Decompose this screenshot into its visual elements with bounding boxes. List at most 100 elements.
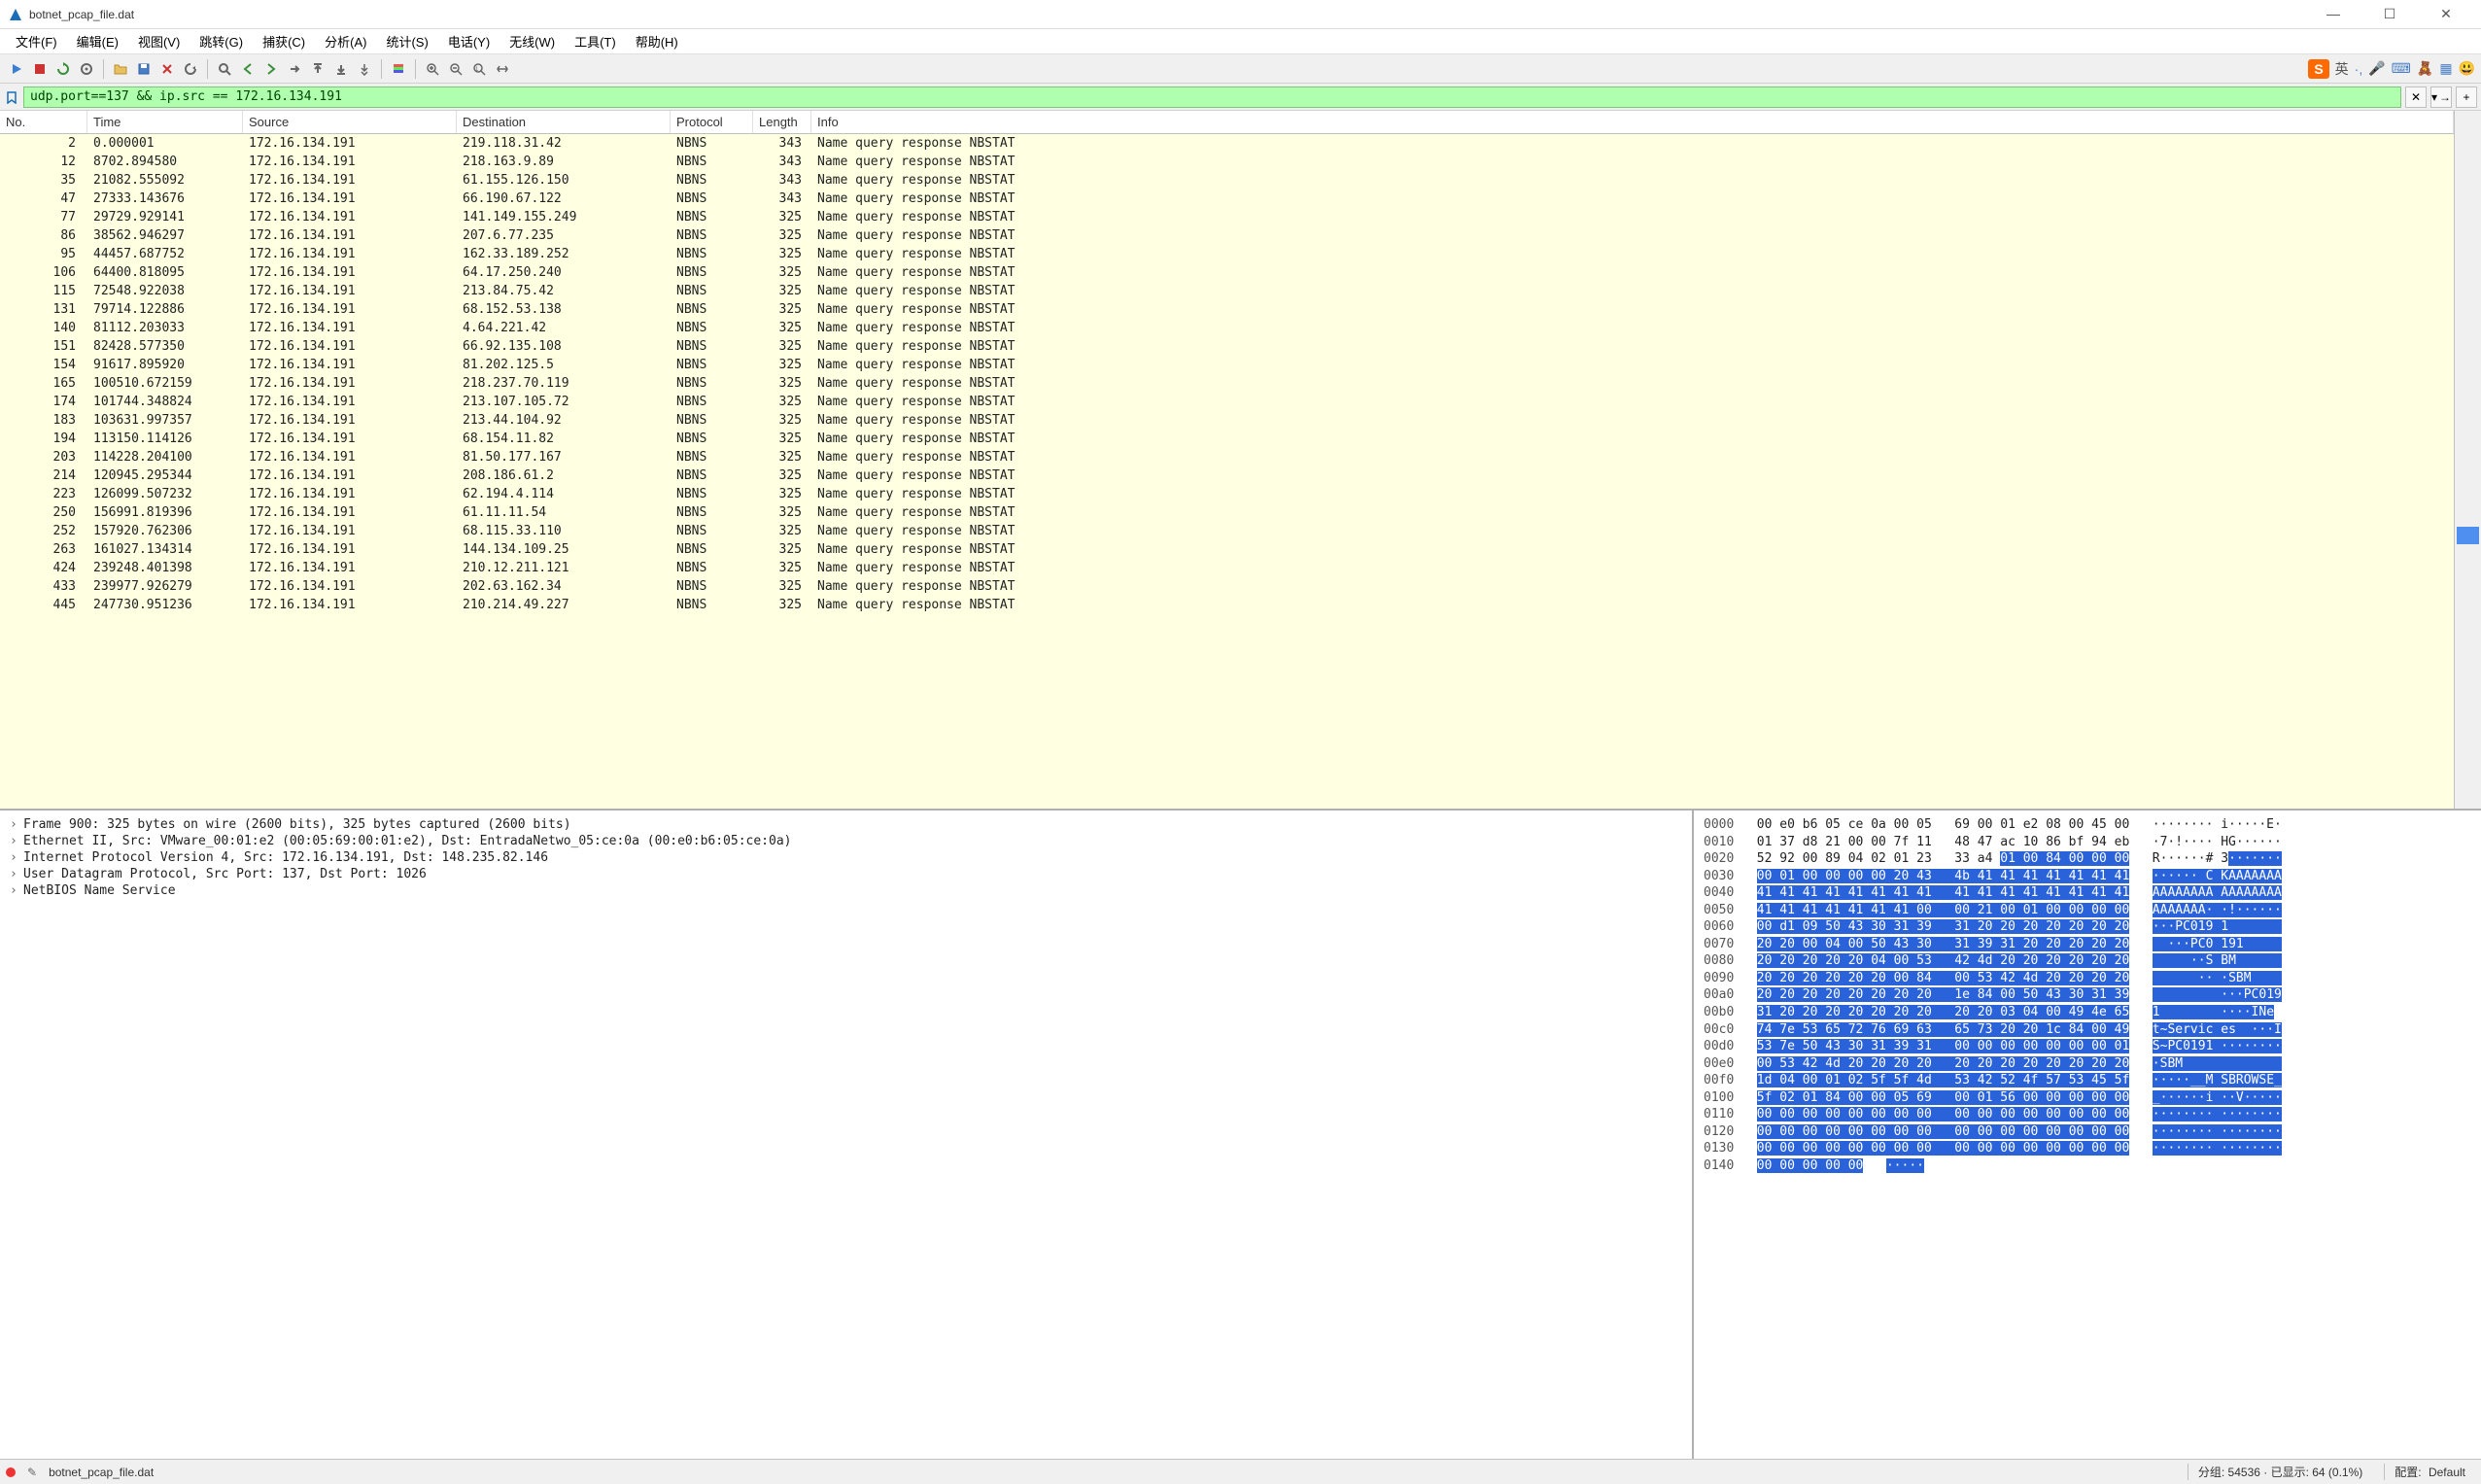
- col-header-destination[interactable]: Destination: [457, 111, 671, 133]
- ime-grid-icon[interactable]: ▦: [2439, 60, 2452, 77]
- scrollbar-thumb[interactable]: [2457, 527, 2479, 544]
- col-header-source[interactable]: Source: [243, 111, 457, 133]
- ime-emoji-icon[interactable]: 😃: [2459, 60, 2475, 77]
- hex-line[interactable]: 0040 41 41 41 41 41 41 41 41 41 41 41 41…: [1704, 884, 2471, 902]
- col-header-length[interactable]: Length: [753, 111, 811, 133]
- menu-tools[interactable]: 工具(T): [567, 30, 624, 52]
- hex-line[interactable]: 00d0 53 7e 50 43 30 31 39 31 00 00 00 00…: [1704, 1038, 2471, 1055]
- table-row[interactable]: 263161027.134314172.16.134.191144.134.10…: [0, 540, 2454, 559]
- hex-line[interactable]: 0070 20 20 00 04 00 50 43 30 31 39 31 20…: [1704, 936, 2471, 953]
- menu-view[interactable]: 视图(V): [130, 30, 188, 52]
- table-row[interactable]: 433239977.926279172.16.134.191202.63.162…: [0, 577, 2454, 596]
- hex-line[interactable]: 0080 20 20 20 20 20 04 00 53 42 4d 20 20…: [1704, 952, 2471, 970]
- hex-line[interactable]: 0130 00 00 00 00 00 00 00 00 00 00 00 00…: [1704, 1140, 2471, 1157]
- sogou-logo-icon[interactable]: S: [2308, 59, 2328, 79]
- menu-help[interactable]: 帮助(H): [628, 30, 686, 52]
- restart-capture-button[interactable]: [52, 58, 74, 80]
- hex-line[interactable]: 0010 01 37 d8 21 00 00 7f 11 48 47 ac 10…: [1704, 834, 2471, 851]
- ime-keyboard-icon[interactable]: ⌨: [2392, 60, 2411, 77]
- col-header-time[interactable]: Time: [87, 111, 243, 133]
- table-row[interactable]: 214120945.295344172.16.134.191208.186.61…: [0, 466, 2454, 485]
- go-back-button[interactable]: [237, 58, 258, 80]
- table-row[interactable]: 250156991.819396172.16.134.19161.11.11.5…: [0, 503, 2454, 522]
- table-row[interactable]: 183103631.997357172.16.134.191213.44.104…: [0, 411, 2454, 430]
- go-forward-button[interactable]: [260, 58, 282, 80]
- hex-line[interactable]: 0110 00 00 00 00 00 00 00 00 00 00 00 00…: [1704, 1106, 2471, 1123]
- table-row[interactable]: 4727333.143676172.16.134.19166.190.67.12…: [0, 190, 2454, 208]
- hex-line[interactable]: 0120 00 00 00 00 00 00 00 00 00 00 00 00…: [1704, 1123, 2471, 1141]
- tree-item[interactable]: ›Internet Protocol Version 4, Src: 172.1…: [10, 849, 1682, 866]
- table-row[interactable]: 203114228.204100172.16.134.19181.50.177.…: [0, 448, 2454, 466]
- filter-dropdown-button[interactable]: ▾→: [2430, 86, 2452, 108]
- status-profile[interactable]: 配置: Default: [2384, 1464, 2475, 1480]
- table-row[interactable]: 10664400.818095172.16.134.19164.17.250.2…: [0, 263, 2454, 282]
- table-row[interactable]: 223126099.507232172.16.134.19162.194.4.1…: [0, 485, 2454, 503]
- hex-line[interactable]: 0140 00 00 00 00 00 ·····: [1704, 1157, 2471, 1175]
- hex-line[interactable]: 00c0 74 7e 53 65 72 76 69 63 65 73 20 20…: [1704, 1021, 2471, 1039]
- reload-button[interactable]: [180, 58, 201, 80]
- table-row[interactable]: 8638562.946297172.16.134.191207.6.77.235…: [0, 226, 2454, 245]
- hex-line[interactable]: 00e0 00 53 42 4d 20 20 20 20 20 20 20 20…: [1704, 1055, 2471, 1073]
- go-last-button[interactable]: [330, 58, 352, 80]
- hex-line[interactable]: 00f0 1d 04 00 01 02 5f 5f 4d 53 42 52 4f…: [1704, 1072, 2471, 1089]
- hex-line[interactable]: 00b0 31 20 20 20 20 20 20 20 20 20 03 04…: [1704, 1004, 2471, 1021]
- open-file-button[interactable]: [110, 58, 131, 80]
- packet-list-scrollbar[interactable]: [2454, 111, 2481, 809]
- close-file-button[interactable]: [156, 58, 178, 80]
- colorize-button[interactable]: [388, 58, 409, 80]
- ime-face-icon[interactable]: 🧸: [2417, 60, 2433, 77]
- filter-add-button[interactable]: +: [2456, 86, 2477, 108]
- table-row[interactable]: 194113150.114126172.16.134.19168.154.11.…: [0, 430, 2454, 448]
- hex-line[interactable]: 0090 20 20 20 20 20 20 00 84 00 53 42 4d…: [1704, 970, 2471, 987]
- tree-item[interactable]: ›User Datagram Protocol, Src Port: 137, …: [10, 866, 1682, 882]
- hex-line[interactable]: 00a0 20 20 20 20 20 20 20 20 1e 84 00 50…: [1704, 986, 2471, 1004]
- table-row[interactable]: 11572548.922038172.16.134.191213.84.75.4…: [0, 282, 2454, 300]
- auto-scroll-button[interactable]: [354, 58, 375, 80]
- tree-item[interactable]: ›Ethernet II, Src: VMware_00:01:e2 (00:0…: [10, 833, 1682, 849]
- tree-item[interactable]: ›Frame 900: 325 bytes on wire (2600 bits…: [10, 816, 1682, 833]
- packet-bytes-pane[interactable]: 0000 00 e0 b6 05 ce 0a 00 05 69 00 01 e2…: [1694, 811, 2481, 1459]
- menu-statistics[interactable]: 统计(S): [378, 30, 435, 52]
- table-row[interactable]: 7729729.929141172.16.134.191141.149.155.…: [0, 208, 2454, 226]
- tree-item[interactable]: ›NetBIOS Name Service: [10, 882, 1682, 899]
- menu-capture[interactable]: 捕获(C): [255, 30, 313, 52]
- table-row[interactable]: 3521082.555092172.16.134.19161.155.126.1…: [0, 171, 2454, 190]
- packet-details-pane[interactable]: ›Frame 900: 325 bytes on wire (2600 bits…: [0, 811, 1694, 1459]
- table-row[interactable]: 252157920.762306172.16.134.19168.115.33.…: [0, 522, 2454, 540]
- hex-line[interactable]: 0100 5f 02 01 84 00 00 05 69 00 01 56 00…: [1704, 1089, 2471, 1107]
- find-packet-button[interactable]: [214, 58, 235, 80]
- go-first-button[interactable]: [307, 58, 328, 80]
- expand-icon[interactable]: ›: [10, 867, 19, 881]
- packet-table[interactable]: No. Time Source Destination Protocol Len…: [0, 111, 2454, 809]
- hex-line[interactable]: 0050 41 41 41 41 41 41 41 00 00 21 00 01…: [1704, 902, 2471, 919]
- table-row[interactable]: 14081112.203033172.16.134.1914.64.221.42…: [0, 319, 2454, 337]
- hex-line[interactable]: 0030 00 01 00 00 00 00 20 43 4b 41 41 41…: [1704, 868, 2471, 885]
- table-row[interactable]: 174101744.348824172.16.134.191213.107.10…: [0, 393, 2454, 411]
- table-row[interactable]: 424239248.401398172.16.134.191210.12.211…: [0, 559, 2454, 577]
- ime-punct-button[interactable]: ·,: [2355, 61, 2363, 77]
- stop-capture-button[interactable]: [29, 58, 51, 80]
- annotations-icon[interactable]: ✎: [27, 1466, 37, 1479]
- zoom-out-button[interactable]: [445, 58, 466, 80]
- expand-icon[interactable]: ›: [10, 883, 19, 898]
- expand-icon[interactable]: ›: [10, 817, 19, 832]
- display-filter-input[interactable]: [23, 86, 2401, 108]
- menu-analyze[interactable]: 分析(A): [317, 30, 374, 52]
- save-file-button[interactable]: [133, 58, 155, 80]
- ime-mic-icon[interactable]: 🎤: [2368, 60, 2385, 77]
- menu-file[interactable]: 文件(F): [8, 30, 65, 52]
- go-to-packet-button[interactable]: [284, 58, 305, 80]
- col-header-protocol[interactable]: Protocol: [671, 111, 753, 133]
- table-row[interactable]: 20.000001172.16.134.191219.118.31.42NBNS…: [0, 134, 2454, 153]
- expand-icon[interactable]: ›: [10, 850, 19, 865]
- capture-options-button[interactable]: [76, 58, 97, 80]
- hex-line[interactable]: 0060 00 d1 09 50 43 30 31 39 31 20 20 20…: [1704, 918, 2471, 936]
- hex-line[interactable]: 0000 00 e0 b6 05 ce 0a 00 05 69 00 01 e2…: [1704, 816, 2471, 834]
- zoom-in-button[interactable]: [422, 58, 443, 80]
- table-row[interactable]: 9544457.687752172.16.134.191162.33.189.2…: [0, 245, 2454, 263]
- filter-bookmark-icon[interactable]: [4, 89, 19, 105]
- resize-columns-button[interactable]: [492, 58, 513, 80]
- hex-line[interactable]: 0020 52 92 00 89 04 02 01 23 33 a4 01 00…: [1704, 850, 2471, 868]
- zoom-reset-button[interactable]: 1: [468, 58, 490, 80]
- filter-clear-button[interactable]: ✕: [2405, 86, 2427, 108]
